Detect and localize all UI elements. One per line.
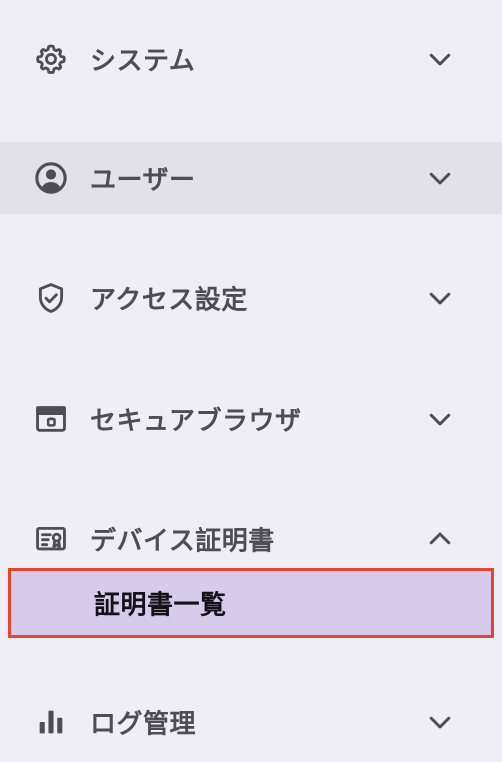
menu-item-log-management-label: ログ管理: [90, 709, 197, 740]
menu-item-log-management[interactable]: ログ管理: [0, 686, 502, 758]
menu-item-device-certificates[interactable]: デバイス証明書: [0, 503, 502, 575]
bar-chart-icon: [33, 704, 69, 740]
browser-window-icon: [33, 401, 69, 437]
chevron-down-icon[interactable]: [425, 404, 455, 434]
menu-item-users[interactable]: ユーザー: [0, 142, 502, 214]
menu-item-secure-browser[interactable]: セキュアブラウザ: [0, 383, 502, 455]
submenu-item-certificate-list[interactable]: 証明書一覧: [8, 568, 494, 638]
certificate-icon: [33, 521, 69, 557]
chevron-down-icon[interactable]: [425, 283, 455, 313]
menu-item-secure-browser-label: セキュアブラウザ: [90, 406, 302, 437]
gear-icon: [33, 41, 69, 77]
menu-item-access-settings-label: アクセス設定: [90, 285, 248, 316]
chevron-down-icon[interactable]: [425, 707, 455, 737]
menu-item-system[interactable]: システム: [0, 23, 502, 95]
sidebar-menu: システム ユーザー アクセス設定 セキュアブラウザ デバイス証明書 証明書一覧 …: [0, 0, 502, 762]
submenu-item-certificate-list-label: 証明書一覧: [94, 590, 227, 621]
chevron-up-icon[interactable]: [425, 524, 455, 554]
chevron-down-icon[interactable]: [425, 44, 455, 74]
menu-item-access-settings[interactable]: アクセス設定: [0, 262, 502, 334]
user-circle-icon: [33, 160, 69, 196]
menu-item-system-label: システム: [90, 46, 196, 77]
shield-check-icon: [33, 280, 69, 316]
menu-item-users-label: ユーザー: [90, 165, 196, 196]
menu-item-device-certificates-label: デバイス証明書: [90, 526, 275, 557]
chevron-down-icon[interactable]: [425, 163, 455, 193]
